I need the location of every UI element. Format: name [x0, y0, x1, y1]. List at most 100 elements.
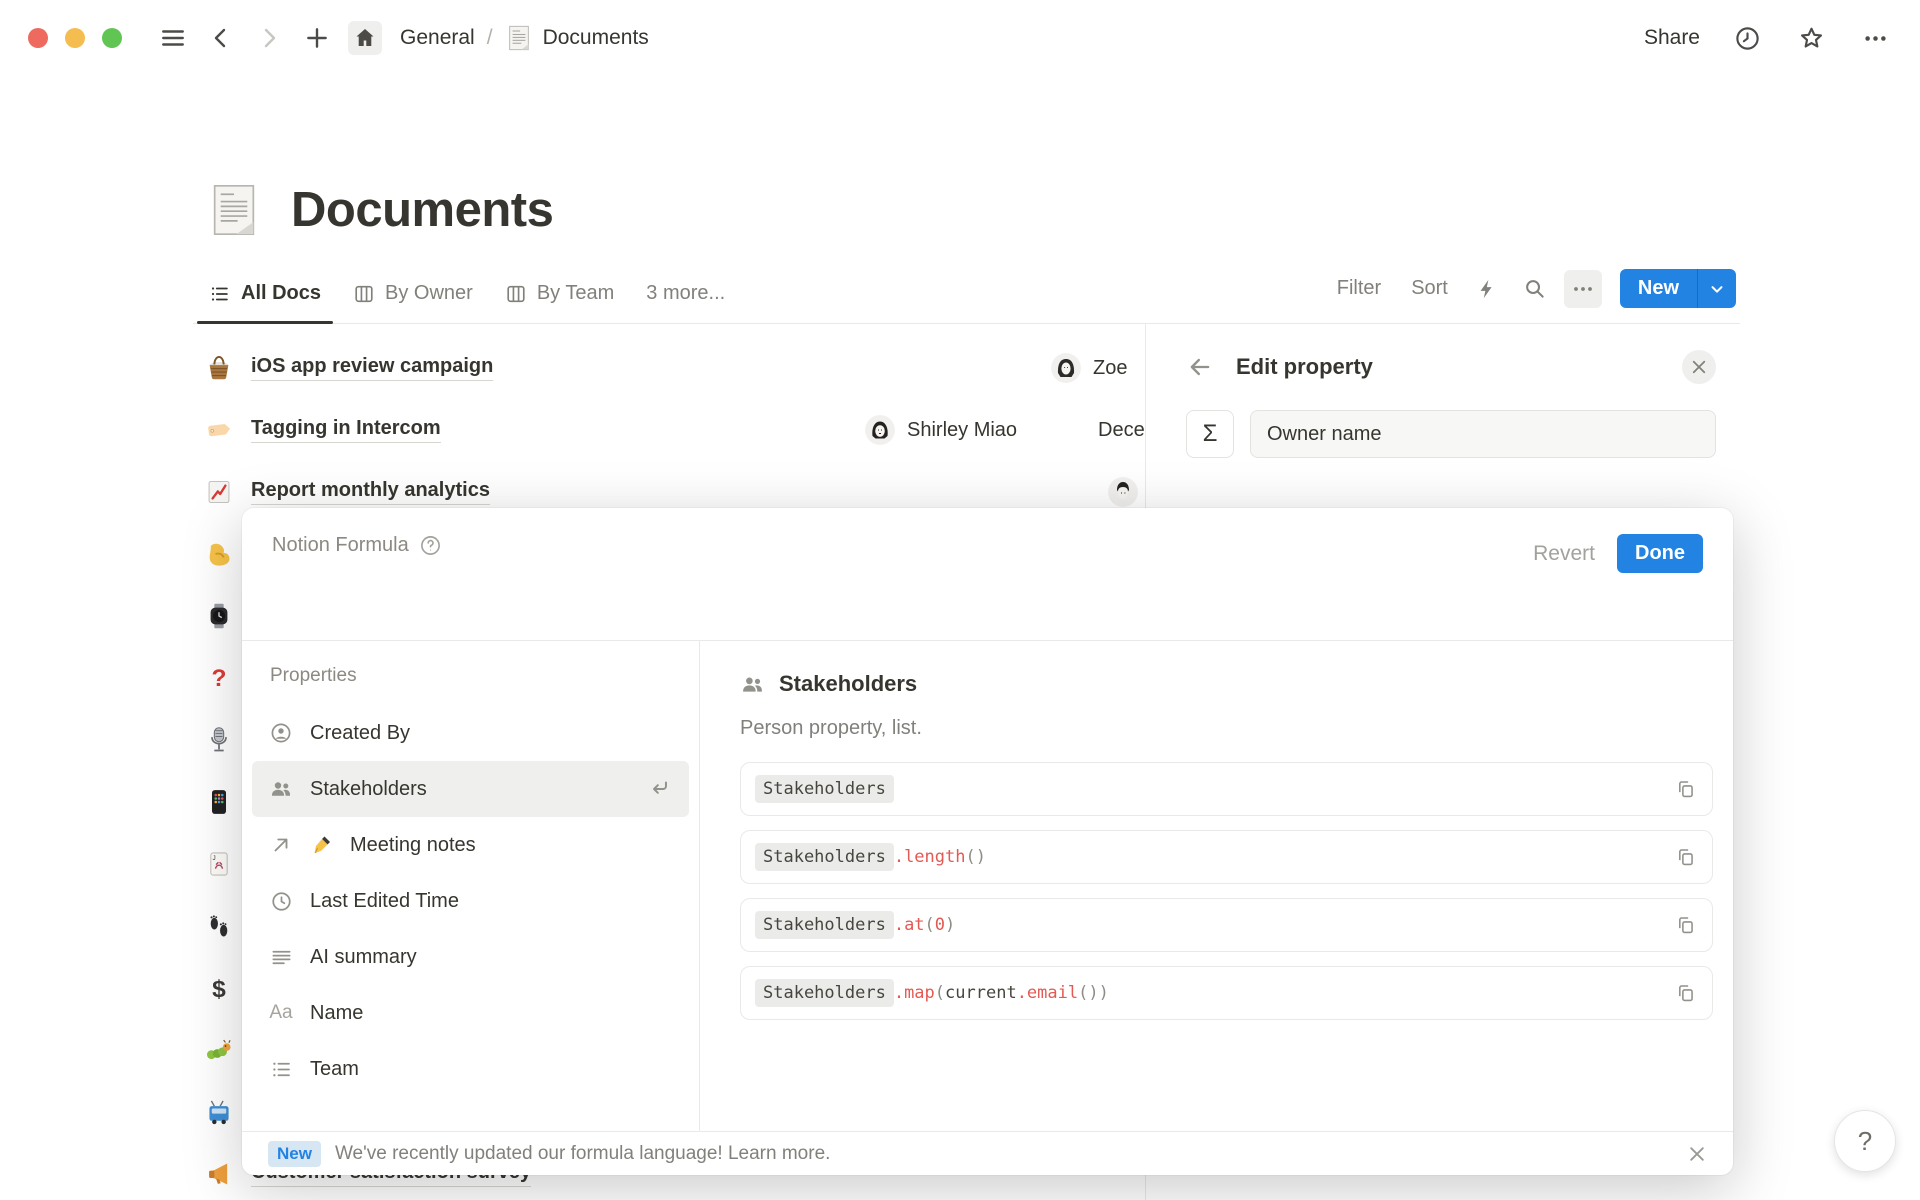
formula-actions: Revert Done [1533, 534, 1703, 573]
favorite-star-icon[interactable] [1794, 21, 1828, 55]
row-owner[interactable]: Shirley Miao [865, 415, 1017, 445]
avatar [1051, 353, 1081, 383]
breadcrumb-page[interactable]: Documents [543, 26, 649, 50]
close-icon[interactable] [1682, 350, 1716, 384]
copy-icon[interactable] [1675, 779, 1696, 800]
detail-heading-text: Stakeholders [779, 671, 917, 697]
property-item-meeting-notes[interactable]: Meeting notes [252, 817, 689, 873]
property-label: Created By [310, 722, 410, 745]
dollar-icon: $ [205, 974, 233, 1002]
tab-label: By Team [537, 282, 614, 305]
search-icon[interactable] [1516, 270, 1554, 308]
help-button[interactable]: ? [1834, 1110, 1896, 1172]
close-icon[interactable] [1687, 1144, 1707, 1164]
clock-icon [268, 890, 294, 913]
view-options-ellipsis-icon[interactable] [1564, 270, 1602, 308]
share-button[interactable]: Share [1644, 26, 1700, 50]
token-property: Stakeholders [755, 911, 894, 939]
help-circle-icon[interactable] [419, 534, 442, 557]
phone-icon [205, 788, 233, 816]
page-title-block: Documents [205, 160, 1740, 260]
new-button-group: New [1620, 269, 1736, 308]
property-label: AI summary [310, 946, 417, 969]
formula-example[interactable]: Stakeholders.map(current.email()) [740, 966, 1713, 1020]
formula-example[interactable]: Stakeholders [740, 762, 1713, 816]
row-title[interactable]: Tagging in Intercom [251, 417, 441, 443]
properties-pane: Properties Created By Stakeholders Meeti… [242, 641, 700, 1131]
copy-icon[interactable] [1675, 915, 1696, 936]
token-plain: () [965, 847, 985, 867]
watch-icon [205, 602, 233, 630]
svg-text:$: $ [212, 976, 226, 1002]
close-window-button[interactable] [28, 28, 48, 48]
property-type-button[interactable]: Σ [1186, 410, 1234, 458]
minimize-window-button[interactable] [65, 28, 85, 48]
text-lines-icon [268, 946, 294, 969]
basket-icon [205, 354, 233, 382]
sidebar-menu-icon[interactable] [156, 21, 190, 55]
formula-example[interactable]: Stakeholders.length() [740, 830, 1713, 884]
property-item-stakeholders[interactable]: Stakeholders [252, 761, 689, 817]
forward-button[interactable] [252, 21, 286, 55]
back-arrow-icon[interactable] [1186, 353, 1214, 381]
tab-all-docs[interactable]: All Docs [193, 264, 337, 323]
property-item-last-edited-time[interactable]: Last Edited Time [252, 873, 689, 929]
tab-more-views[interactable]: 3 more... [630, 264, 741, 323]
banner-message[interactable]: We've recently updated our formula langu… [335, 1143, 1673, 1165]
zoom-window-button[interactable] [102, 28, 122, 48]
new-page-icon[interactable] [300, 21, 334, 55]
row-title[interactable]: Report monthly analytics [251, 479, 490, 505]
property-item-name[interactable]: Aa Name [252, 985, 689, 1041]
tab-by-team[interactable]: By Team [489, 264, 630, 323]
breadcrumb-section[interactable]: General [400, 26, 475, 50]
done-button[interactable]: Done [1617, 534, 1703, 573]
token-plain: ( [925, 915, 935, 935]
tab-label: 3 more... [646, 282, 725, 305]
row-owner[interactable] [1108, 477, 1138, 507]
text-type-icon: Aa [268, 1002, 294, 1024]
tag-icon [205, 416, 233, 444]
avatar [865, 415, 895, 445]
formula-title: Notion Formula [272, 534, 409, 557]
filter-button[interactable]: Filter [1327, 271, 1391, 306]
property-label: Name [310, 1002, 363, 1025]
row-date: Dece [1098, 419, 1145, 442]
updates-clock-icon[interactable] [1730, 21, 1764, 55]
property-name-input[interactable] [1250, 410, 1716, 458]
row-owner[interactable]: Zoe [1051, 353, 1127, 383]
view-tabbar: All Docs By Owner By Team 3 more... Filt… [193, 264, 1740, 324]
microphone-icon [205, 726, 233, 754]
revert-button[interactable]: Revert [1533, 542, 1595, 566]
writing-hand-icon [310, 833, 334, 857]
tab-label: By Owner [385, 282, 473, 305]
formula-update-banner: New We've recently updated our formula l… [242, 1131, 1733, 1175]
automations-bolt-icon[interactable] [1468, 270, 1506, 308]
back-button[interactable] [204, 21, 238, 55]
properties-heading: Properties [270, 665, 689, 687]
row-title[interactable]: iOS app review campaign [251, 355, 493, 381]
detail-description: Person property, list. [740, 717, 1713, 740]
home-icon[interactable] [348, 21, 382, 55]
new-dropdown-chevron-icon[interactable] [1697, 269, 1736, 308]
formula-body: Properties Created By Stakeholders Meeti… [242, 640, 1733, 1131]
person-circle-icon [268, 721, 294, 745]
board-view-icon [353, 283, 375, 305]
table-row[interactable]: iOS app review campaign Zoe [193, 337, 1145, 399]
property-label: Meeting notes [350, 834, 476, 857]
new-badge: New [268, 1141, 321, 1167]
formula-example[interactable]: Stakeholders.at(0) [740, 898, 1713, 952]
edit-property-header: Edit property [1186, 350, 1716, 384]
formula-label: Notion Formula [272, 534, 442, 557]
more-options-icon[interactable] [1858, 21, 1892, 55]
new-button[interactable]: New [1620, 269, 1697, 308]
board-view-icon [505, 283, 527, 305]
property-item-created-by[interactable]: Created By [252, 705, 689, 761]
copy-icon[interactable] [1675, 983, 1696, 1004]
sort-button[interactable]: Sort [1401, 271, 1458, 306]
arrow-up-right-icon [268, 834, 294, 856]
tab-by-owner[interactable]: By Owner [337, 264, 489, 323]
table-row[interactable]: Tagging in Intercom Shirley Miao Dece [193, 399, 1145, 461]
copy-icon[interactable] [1675, 847, 1696, 868]
property-item-ai-summary[interactable]: AI summary [252, 929, 689, 985]
property-item-team[interactable]: Team [252, 1041, 689, 1097]
